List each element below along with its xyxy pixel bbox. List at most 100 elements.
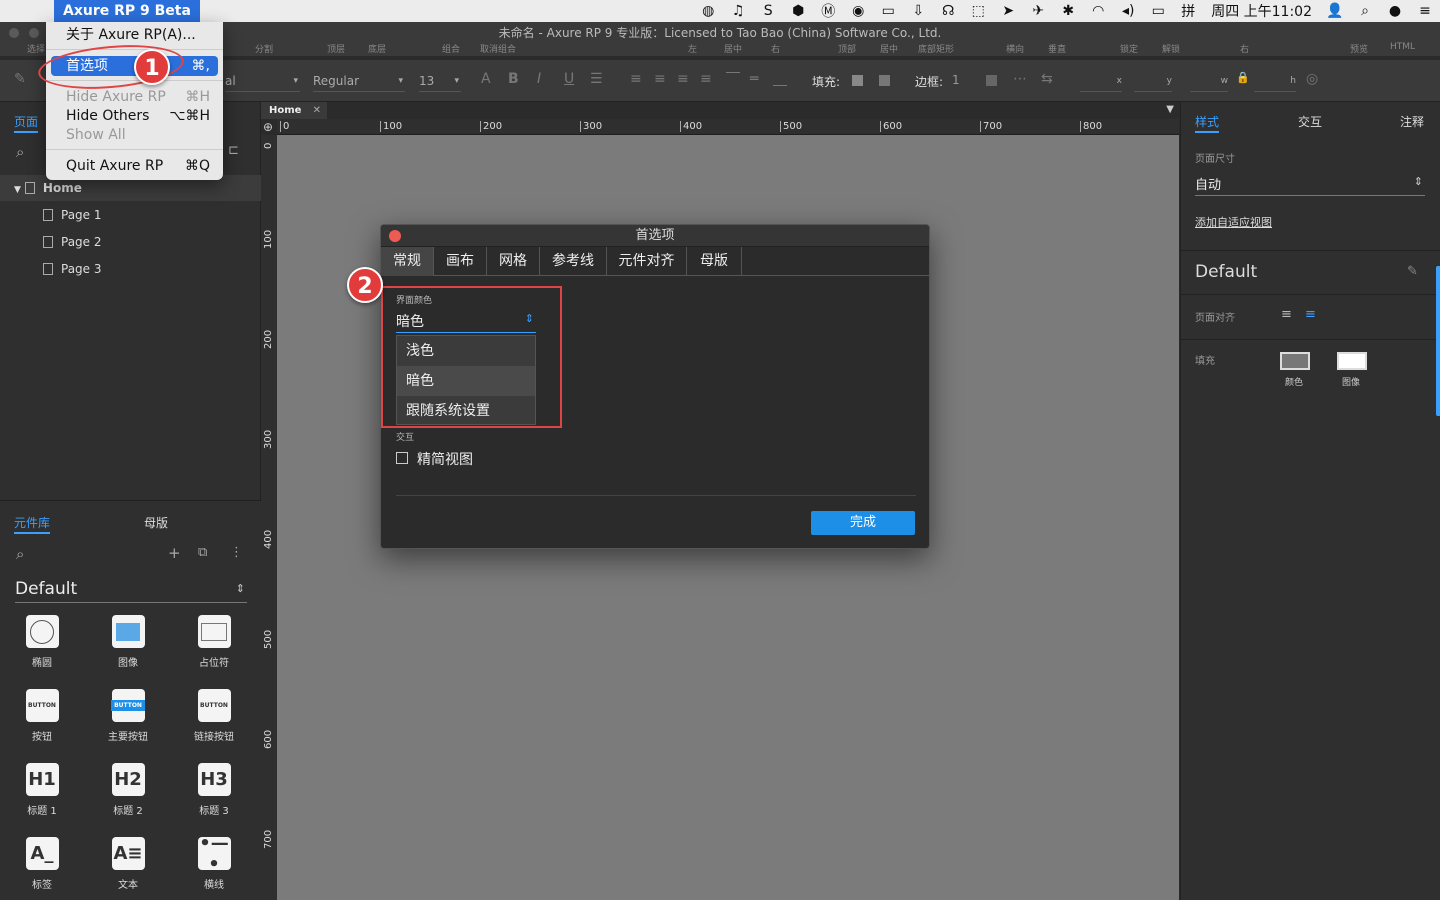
toolbar-label-unlock[interactable]: 解锁 [1162, 42, 1180, 55]
tab-masters[interactable]: 母版 [144, 514, 168, 531]
toolbar-label-front[interactable]: 顶层 [327, 42, 345, 55]
bullet-list-icon[interactable]: ☰ [590, 71, 603, 87]
widget-primary-button[interactable]: BUTTON 主要按钮 [93, 689, 163, 743]
widget-label[interactable]: A_ 标签 [7, 837, 77, 891]
toolbar-label-align-bottom[interactable]: 底部矩形 [918, 42, 954, 55]
app-menu-title[interactable]: Axure RP 9 Beta [54, 0, 200, 22]
font-weight-select[interactable]: Regular ▾ [313, 70, 405, 92]
tab-masters[interactable]: 母版 [687, 247, 742, 276]
visibility-icon[interactable]: ◎ [1306, 71, 1318, 87]
w-input[interactable]: w [1190, 70, 1228, 92]
tab-list-chevron-icon[interactable]: ▼ [1166, 104, 1174, 115]
close-tab-icon[interactable]: ✕ [313, 102, 321, 119]
spotlight-icon[interactable]: ⌕ [1350, 3, 1380, 19]
library-copy-icon[interactable]: ⧉ [198, 545, 207, 560]
toolbar-label-html[interactable]: HTML [1390, 42, 1415, 52]
menu-item-about[interactable]: 关于 Axure RP(A)... [51, 25, 218, 45]
ruler-origin-icon[interactable]: ⊕ [263, 120, 273, 134]
library-more-icon[interactable]: ⋮ [230, 545, 243, 560]
widget-placeholder[interactable]: 占位符 [179, 615, 249, 669]
border-width-input[interactable]: 1 [952, 73, 960, 87]
input-method-icon[interactable]: 拼 [1173, 1, 1203, 21]
font-size-select[interactable]: 13 ▾ [419, 70, 461, 92]
toolbar-label-align-left[interactable]: 左 [688, 42, 697, 55]
widget-text[interactable]: A≡ 文本 [93, 837, 163, 891]
qq-icon[interactable]: ◍ [693, 3, 723, 19]
panel-scrollbar[interactable] [1436, 266, 1440, 416]
add-adaptive-view-link[interactable]: 添加自适应视图 [1195, 214, 1272, 230]
h-input[interactable]: h [1254, 70, 1296, 92]
done-button[interactable]: 完成 [811, 511, 915, 535]
tab-libraries[interactable]: 元件库 [14, 514, 50, 531]
fill-image-button[interactable] [1337, 352, 1367, 370]
window-minimize-button[interactable] [29, 28, 39, 38]
style-painter-icon[interactable]: ✎ [14, 71, 26, 87]
toolbar-label-select[interactable]: 选择 [27, 42, 45, 55]
toolbar-label-distribute-v[interactable]: 垂直 [1048, 42, 1066, 55]
align-center-icon[interactable]: ≡ [1305, 307, 1316, 322]
border-arrow-icon[interactable]: ⇆ [1041, 71, 1053, 87]
headphones-icon[interactable]: ☊ [933, 3, 963, 19]
font-color-icon[interactable]: A [481, 71, 491, 87]
widget-h3[interactable]: H3 标题 3 [179, 763, 249, 817]
fill-color-button[interactable] [1280, 352, 1310, 370]
align-right-icon[interactable]: ≡ [677, 71, 689, 87]
fill-shadow-swatch[interactable] [879, 75, 890, 86]
wifi-icon[interactable]: ◠ [1083, 3, 1113, 19]
library-search-icon[interactable]: ⌕ [16, 545, 24, 563]
toolbar-label-align-right[interactable]: 右 [771, 42, 780, 55]
hexagon-icon[interactable]: ⬢ [783, 3, 813, 19]
toolbar-label-align-middle[interactable]: 居中 [880, 42, 898, 55]
screenshot-icon[interactable]: ⬚ [963, 3, 993, 19]
toolbar-label-back[interactable]: 底层 [368, 42, 386, 55]
tab-canvas[interactable]: 画布 [434, 247, 487, 276]
add-library-icon[interactable]: + [168, 544, 181, 562]
download-icon[interactable]: ⇩ [903, 3, 933, 19]
siri-icon[interactable]: ● [1380, 3, 1410, 19]
tab-interactions[interactable]: 交互 [1298, 113, 1322, 130]
widget-image[interactable]: 图像 [93, 615, 163, 669]
toolbar-label-group[interactable]: 组合 [442, 42, 460, 55]
add-folder-icon[interactable]: ⊏ [228, 143, 239, 158]
border-style-icon[interactable]: ⋯ [1013, 71, 1027, 87]
widget-h1[interactable]: H1 标题 1 [7, 763, 77, 817]
toolbar-label-lock[interactable]: 锁定 [1120, 42, 1138, 55]
valign-middle-icon[interactable]: ═ [750, 71, 758, 87]
border-color-swatch[interactable] [986, 75, 997, 86]
control-center-icon[interactable]: ≡ [1410, 3, 1440, 19]
align-left-icon[interactable]: ≡ [630, 71, 642, 87]
toolbar-label-split[interactable]: 分割 [255, 42, 273, 55]
bluetooth-icon[interactable]: ✱ [1053, 3, 1083, 19]
doc-tab-home[interactable]: Home ✕ [261, 102, 327, 119]
battery-icon[interactable]: ▭ [1143, 3, 1173, 19]
tab-general[interactable]: 常规 [381, 247, 434, 276]
toolbar-label-align-center[interactable]: 居中 [724, 42, 742, 55]
y-input[interactable]: y [1134, 70, 1172, 92]
page-size-select[interactable]: 自动 ⇕ [1195, 174, 1425, 196]
align-left-icon[interactable]: ≡ [1281, 307, 1292, 322]
lock-ratio-icon[interactable]: 🔒 [1236, 71, 1250, 84]
toolbar-label-distribute-h[interactable]: 横向 [1006, 42, 1024, 55]
tab-grid[interactable]: 网格 [487, 247, 540, 276]
toolbar-label-right[interactable]: 右 [1240, 42, 1249, 55]
nav-icon[interactable]: ◉ [843, 3, 873, 19]
menu-item-show-all[interactable]: Show All [51, 125, 218, 145]
valign-top-icon[interactable]: ⎺ [726, 71, 740, 87]
font-family-select[interactable]: al ▾ [225, 70, 300, 92]
widget-ellipse[interactable]: 椭圆 [7, 615, 77, 669]
window-close-button[interactable] [9, 28, 19, 38]
menu-item-quit[interactable]: Quit Axure RP ⌘Q [51, 156, 218, 176]
italic-icon[interactable]: I [537, 71, 541, 87]
m-icon[interactable]: Ⓜ [813, 1, 843, 21]
valign-bottom-icon[interactable]: ⎽ [773, 71, 787, 87]
toolbar-label-ungroup[interactable]: 取消组合 [480, 42, 516, 55]
page-tree-item[interactable]: Page 1 [0, 202, 261, 228]
edit-style-icon[interactable]: ✎ [1407, 264, 1418, 279]
widget-button[interactable]: BUTTON 按钮 [7, 689, 77, 743]
expand-arrow-icon[interactable]: ▼ [14, 185, 21, 195]
tab-notes[interactable]: 注释 [1400, 113, 1424, 130]
display-icon[interactable]: ▭ [873, 3, 903, 19]
location-icon[interactable]: ➤ [993, 3, 1023, 19]
toolbar-label-align-top[interactable]: 顶部 [838, 42, 856, 55]
menu-item-hide-others[interactable]: Hide Others ⌥⌘H [51, 106, 218, 126]
